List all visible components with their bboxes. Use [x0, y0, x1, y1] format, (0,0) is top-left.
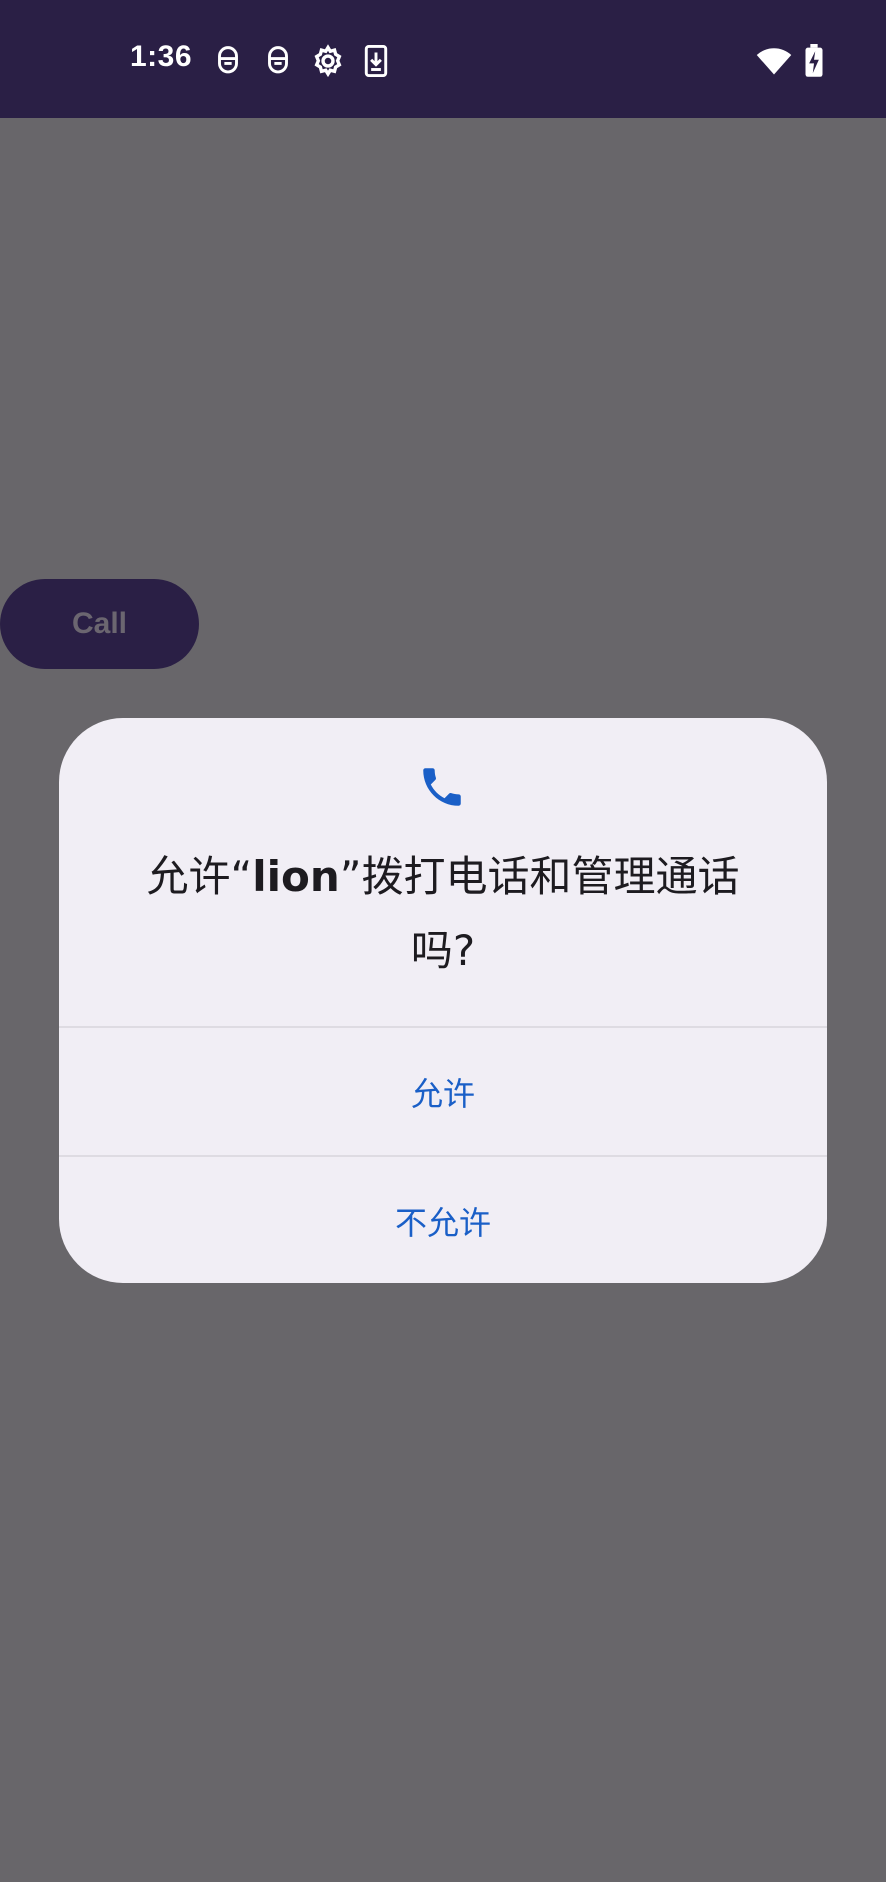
notification-robot-icon	[263, 44, 293, 78]
settings-gear-icon	[311, 44, 345, 78]
battery-charging-icon	[802, 44, 826, 78]
permission-dialog: 允许“lion”拨打电话和管理通话吗? 允许 不允许	[59, 718, 827, 1283]
download-icon	[362, 44, 390, 78]
wifi-icon	[756, 44, 792, 78]
call-button-label: Call	[71, 607, 128, 640]
status-bar: 1:36	[0, 0, 886, 118]
dialog-title-suffix: ”拨打电话和管理通话吗?	[339, 852, 740, 975]
phone-icon	[417, 762, 467, 812]
deny-button-label: 不允许	[394, 1204, 491, 1242]
dialog-title-prefix: 允许“	[146, 852, 253, 901]
notification-robot-icon	[213, 44, 243, 78]
status-time: 1:36	[130, 40, 193, 73]
deny-button[interactable]: 不允许	[59, 1157, 827, 1283]
dialog-title: 允许“lion”拨打电话和管理通话吗?	[119, 840, 767, 988]
call-button[interactable]: Call	[0, 579, 199, 669]
dialog-app-name: lion	[252, 852, 340, 901]
allow-button[interactable]: 允许	[59, 1028, 827, 1156]
allow-button-label: 允许	[410, 1075, 475, 1113]
